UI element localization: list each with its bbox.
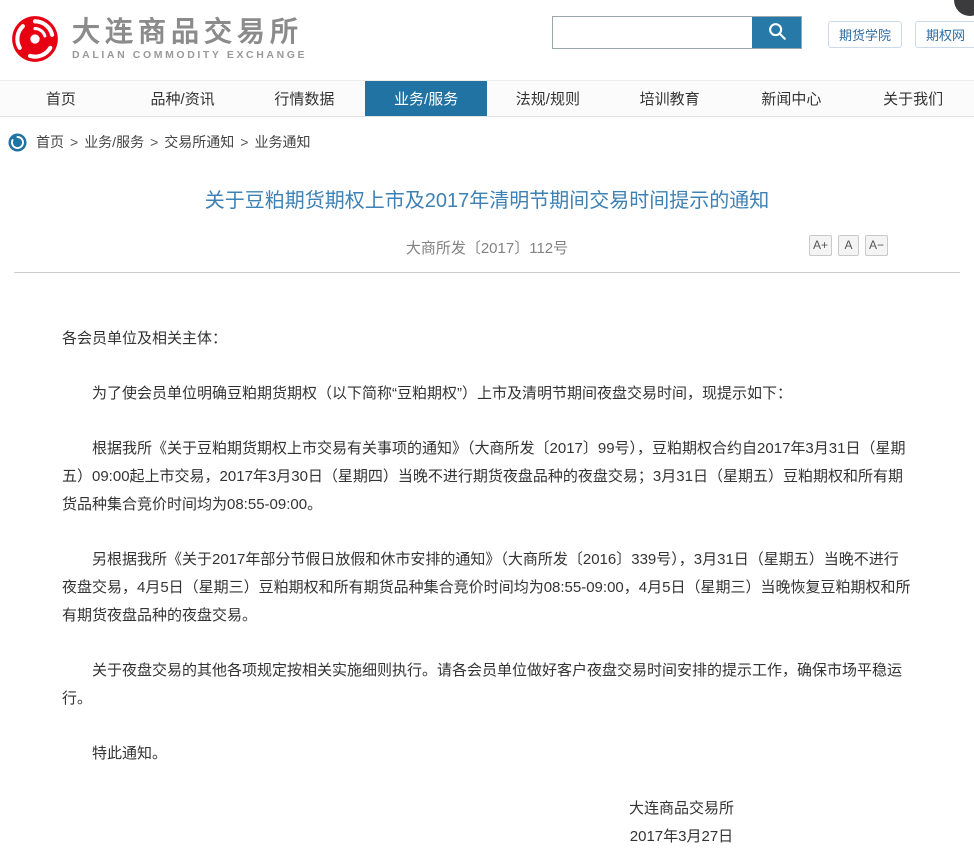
font-increase-button[interactable]: A+ [809,235,832,256]
font-reset-button[interactable]: A [838,235,859,256]
doc-number-row: 大商所发〔2017〕112号 A+ A A− [0,237,974,259]
nav-item-home[interactable]: 首页 [0,81,122,116]
notice-paragraph-listing-arrangement: 根据我所《关于豆粕期货期权上市交易有关事项的通知》（大商所发〔2017〕99号）… [62,435,912,519]
site-header: 大连商品交易所 DALIAN COMMODITY EXCHANGE 期货学院 期… [0,0,974,80]
nav-item-about[interactable]: 关于我们 [852,81,974,116]
font-size-controls: A+ A A− [809,235,888,256]
search-input[interactable] [553,17,752,48]
font-decrease-button[interactable]: A− [865,235,888,256]
notice-paragraph-holiday-arrangement: 另根据我所《关于2017年部分节假日放假和休市安排的通知》（大商所发〔2016〕… [62,546,912,630]
nav-item-market-data[interactable]: 行情数据 [244,81,366,116]
signature-organization: 大连商品交易所 [629,795,734,823]
logo-name-cn: 大连商品交易所 [72,16,307,48]
notice-paragraph-closing: 特此通知。 [62,740,912,768]
notice-title: 关于豆粕期货期权上市及2017年清明节期间交易时间提示的通知 [0,184,974,213]
breadcrumb-separator: > [240,134,248,150]
notice-paragraph-salutation: 各会员单位及相关主体： [62,325,912,353]
signature-date: 2017年3月27日 [629,823,734,851]
site-search [552,16,802,49]
nav-item-rules[interactable]: 法规/规则 [487,81,609,116]
notice-paragraph-intro: 为了使会员单位明确豆粕期货期权（以下简称“豆粕期权”）上市及清明节期间夜盘交易时… [62,380,912,408]
breadcrumb-separator: > [70,134,78,150]
main-nav: 首页 品种/资讯 行情数据 业务/服务 法规/规则 培训教育 新闻中心 关于我们 [0,80,974,117]
dce-logo[interactable]: 大连商品交易所 DALIAN COMMODITY EXCHANGE [8,12,307,66]
breadcrumb-separator: > [150,134,158,150]
header-quick-links: 期货学院 期权网 [828,21,974,48]
crumb-exchange-notices[interactable]: 交易所通知 [164,132,234,152]
breadcrumb: 首页 > 业务/服务 > 交易所通知 > 业务通知 [0,117,974,160]
breadcrumb-home-icon [8,133,27,152]
nav-item-training[interactable]: 培训教育 [609,81,731,116]
crumb-business-services[interactable]: 业务/服务 [84,132,144,152]
search-icon [766,20,788,45]
dce-swirl-icon [8,12,62,66]
nav-item-products-info[interactable]: 品种/资讯 [122,81,244,116]
nav-item-business-services[interactable]: 业务/服务 [365,81,487,116]
notice-paragraph-other-rules: 关于夜盘交易的其他各项规定按相关实施细则执行。请各会员单位做好客户夜盘交易时间安… [62,657,912,713]
search-button[interactable] [752,17,801,48]
crumb-business-notices[interactable]: 业务通知 [254,132,310,152]
crumb-home[interactable]: 首页 [36,132,64,152]
link-options-site[interactable]: 期权网 [915,21,974,48]
link-futures-academy[interactable]: 期货学院 [828,21,902,48]
nav-item-news[interactable]: 新闻中心 [731,81,853,116]
notice-signature: 大连商品交易所 2017年3月27日 [629,795,734,851]
logo-name-en: DALIAN COMMODITY EXCHANGE [72,48,307,62]
notice-body: 各会员单位及相关主体： 为了使会员单位明确豆粕期货期权（以下简称“豆粕期权”）上… [0,273,974,851]
corner-widget-button[interactable] [954,0,974,16]
